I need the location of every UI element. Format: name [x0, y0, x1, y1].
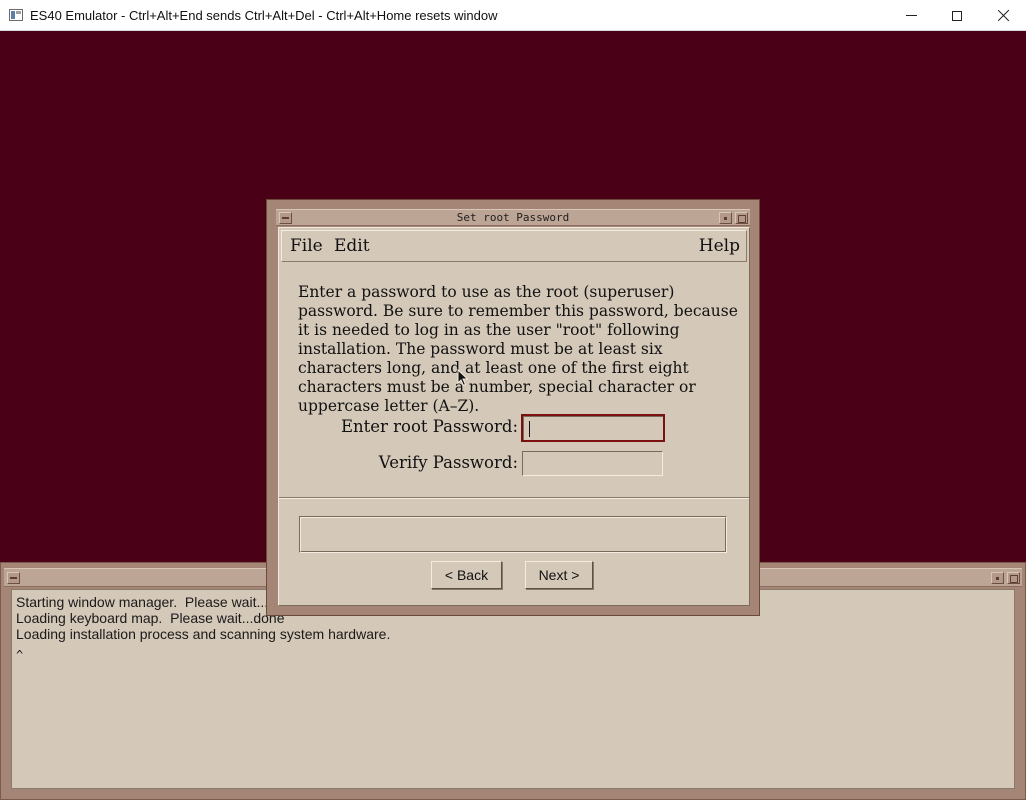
minimize-button[interactable]	[888, 0, 934, 31]
maximize-icon[interactable]	[735, 212, 748, 224]
mouse-pointer-icon	[457, 369, 469, 387]
minimize-icon[interactable]	[991, 572, 1004, 584]
back-button[interactable]: < Back	[431, 561, 502, 589]
maximize-button[interactable]	[934, 0, 980, 31]
menu-edit[interactable]: Edit	[334, 236, 370, 256]
dialog-divider	[279, 497, 749, 499]
content-area: Enter a password to use as the root (sup…	[281, 264, 747, 496]
console-prompt: ^	[16, 648, 24, 662]
close-button[interactable]	[980, 0, 1026, 31]
maximize-icon[interactable]	[1007, 572, 1020, 584]
host-window-title: ES40 Emulator - Ctrl+Alt+End sends Ctrl+…	[30, 7, 498, 23]
menu-bar: File Edit Help	[281, 230, 747, 262]
host-window-controls	[888, 0, 1026, 31]
host-titlebar[interactable]: ES40 Emulator - Ctrl+Alt+End sends Ctrl+…	[0, 0, 1026, 31]
dialog-content: File Edit Help Enter a password to use a…	[278, 227, 750, 606]
console-output[interactable]: Starting window manager. Please wait... …	[11, 589, 1015, 789]
enter-password-label: Enter root Password:	[340, 417, 518, 436]
root-password-input[interactable]	[521, 414, 665, 442]
dialog-title: Set root Password	[456, 211, 570, 224]
text-caret	[529, 421, 530, 437]
close-icon	[997, 9, 1010, 22]
verify-password-label: Verify Password:	[378, 453, 518, 472]
status-message-box	[299, 516, 727, 553]
app-window-icon	[9, 9, 23, 21]
menu-file[interactable]: File	[290, 236, 323, 256]
set-root-password-dialog: Set root Password File Edit Help Enter a…	[266, 199, 760, 616]
console-line: Loading installation process and scannin…	[16, 626, 391, 642]
minimize-icon[interactable]	[719, 212, 732, 224]
instructions-text: Enter a password to use as the root (sup…	[298, 283, 738, 415]
next-button[interactable]: Next >	[525, 561, 593, 589]
menu-help[interactable]: Help	[699, 236, 740, 256]
verify-password-input[interactable]	[522, 451, 663, 476]
maximize-icon	[952, 10, 962, 21]
window-menu-icon[interactable]	[7, 572, 20, 584]
dialog-titlebar[interactable]: Set root Password	[276, 209, 750, 226]
minimize-icon	[905, 15, 917, 16]
